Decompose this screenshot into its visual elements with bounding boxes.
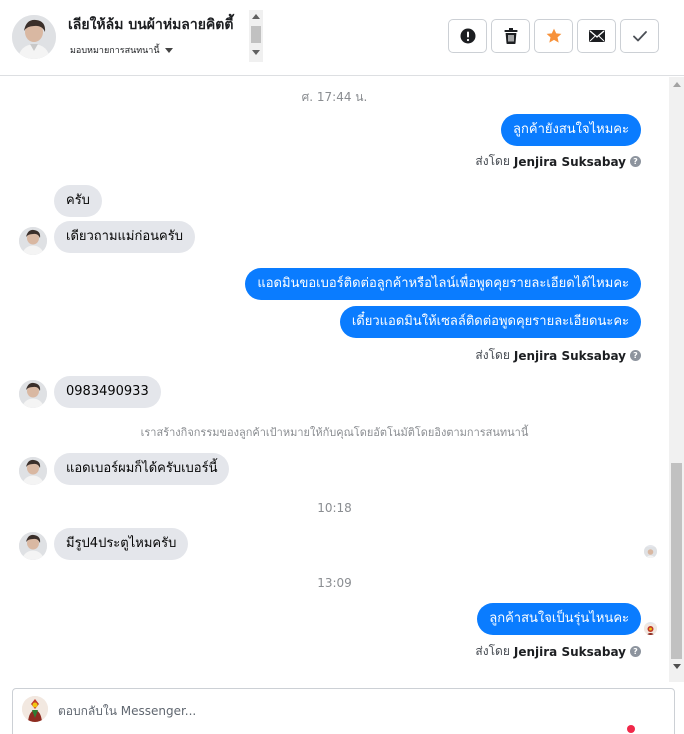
scroll-thumb[interactable] [671,463,682,659]
conversation-header: เลียให้ล้ม บนผ้าห่มลายคิตตี้ มอบหมายการส… [0,0,684,76]
timestamp: 10:18 [317,501,352,515]
sent-by-line: ส่งโดย Jenjira Suksabay ? [475,152,641,171]
reply-input[interactable] [58,704,458,718]
reply-composer [12,688,675,734]
trash-icon [504,28,517,44]
outgoing-message[interactable]: เดี๋ยวแอดมินให้เซลล์ติดต่อพูดคุยรายละเอี… [339,306,641,338]
system-activity-note: เราสร้างกิจกรรมของลูกค้าเป้าหมายให้กับคุ… [140,426,529,439]
sender-name: Jenjira Suksabay [513,154,626,169]
contact-avatar-small [19,457,47,485]
sender-name: Jenjira Suksabay [513,644,626,659]
assign-conversation-dropdown[interactable]: มอบหมายการสนทนานี้ [70,43,173,57]
help-question-icon[interactable]: ? [630,156,641,167]
alert-circle-icon [460,28,475,44]
envelope-icon [588,30,605,42]
outgoing-message[interactable]: แอดมินขอเบอร์ติดต่อลูกค้าหรือไลน์เพื่อพู… [245,268,641,300]
scroll-down-arrow-icon[interactable] [252,50,260,55]
sent-by-prefix: ส่งโดย [475,348,510,362]
emoji-icon[interactable] [627,725,635,733]
sent-by-prefix: ส่งโดย [475,154,510,168]
check-icon [632,30,647,41]
contact-name-scrollbar[interactable] [249,10,263,62]
incoming-message[interactable]: ครับ [54,185,102,217]
contact-avatar-small [19,532,47,560]
delete-button[interactable] [491,19,530,53]
help-question-icon[interactable]: ? [630,646,641,657]
star-button[interactable] [534,19,573,53]
caret-down-icon [164,48,173,53]
contact-avatar[interactable] [12,15,56,59]
thread-scrollbar[interactable] [669,77,684,682]
outgoing-message[interactable]: ลูกค้าสนใจเป็นรุ่นไหนคะ [477,603,641,635]
mark-unread-button[interactable] [577,19,616,53]
outgoing-message[interactable]: ลูกค้ายังสนใจไหมคะ [501,114,641,146]
read-receipt-avatar [644,545,657,558]
contact-avatar-small [19,380,47,408]
message-thread: ศ. 17:44 น. ลูกค้ายังสนใจไหมคะ ส่งโดย Je… [0,77,684,682]
incoming-message[interactable]: 0983490933 [54,376,161,408]
contact-avatar-small [19,227,47,255]
incoming-message[interactable]: มีรูป4ประตูไหมครับ [54,528,189,560]
timestamp: 13:09 [317,576,352,590]
incoming-message[interactable]: เดียวถามแม่ก่อนครับ [54,221,195,253]
scroll-down-arrow-icon[interactable] [673,664,681,669]
incoming-message[interactable]: แอดเบอร์ผมก็ได้ครับเบอร์นี้ [54,453,230,485]
assign-conversation-label: มอบหมายการสนทนานี้ [70,46,160,56]
scroll-thumb[interactable] [251,26,261,43]
sent-by-prefix: ส่งโดย [475,644,510,658]
star-icon [546,28,561,43]
mark-done-button[interactable] [620,19,659,53]
sender-name: Jenjira Suksabay [513,348,626,363]
contact-name[interactable]: เลียให้ล้ม บนผ้าห่มลายคิตตี้ [68,14,233,36]
help-question-icon[interactable]: ? [630,350,641,361]
timestamp: ศ. 17:44 น. [301,90,368,104]
scroll-up-arrow-icon[interactable] [673,82,681,87]
sent-by-line: ส่งโดย Jenjira Suksabay ? [475,642,641,661]
mark-spam-button[interactable] [448,19,487,53]
page-seen-avatar [644,622,657,635]
page-avatar [22,696,48,722]
sent-by-line: ส่งโดย Jenjira Suksabay ? [475,346,641,365]
scroll-up-arrow-icon[interactable] [252,14,260,19]
